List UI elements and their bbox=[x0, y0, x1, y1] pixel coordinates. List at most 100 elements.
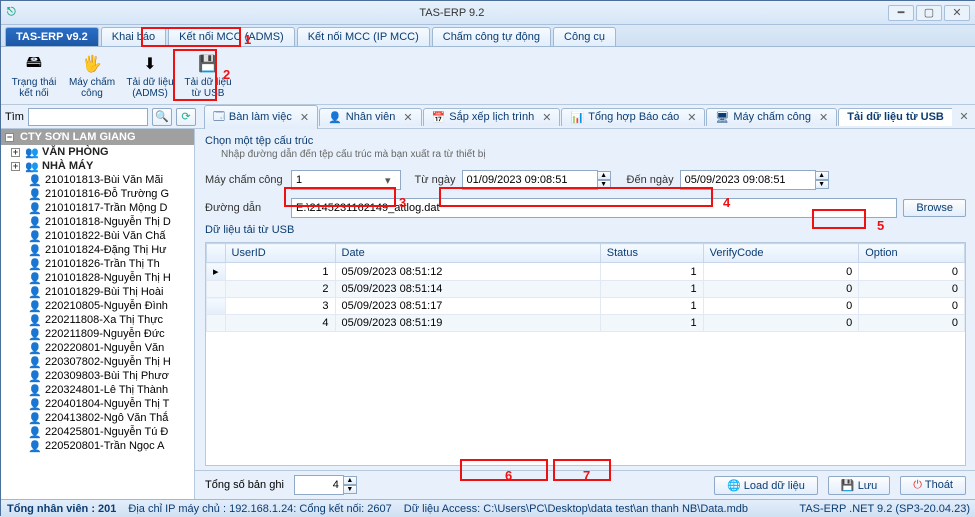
doc-tab-1[interactable]: 👤Nhân viên✕ bbox=[319, 108, 421, 126]
cell-option: 0 bbox=[859, 315, 965, 332]
doc-tab-5[interactable]: Tải dữ liệu từ USB✕ bbox=[838, 108, 952, 126]
to-date-input[interactable] bbox=[680, 170, 816, 190]
spin-down-icon[interactable]: ▼ bbox=[597, 180, 611, 189]
tree-leaf[interactable]: 👤220210805-Nguyễn Đình bbox=[1, 299, 194, 313]
save-button[interactable]: 💾 Lưu bbox=[828, 476, 890, 495]
device-combo[interactable] bbox=[291, 170, 401, 190]
load-data-button[interactable]: 🌐 Load dữ liệu bbox=[714, 476, 818, 495]
tree-branch[interactable]: +👥NHÀ MÁY bbox=[1, 159, 194, 173]
window-title: TAS-ERP 9.2 bbox=[16, 7, 888, 19]
main-menu-tabs: TAS-ERP v9.2Khai báoKết nối MCC (ADMS)Kế… bbox=[1, 25, 975, 47]
grid-header[interactable]: UserID bbox=[225, 244, 335, 263]
expand-icon[interactable]: + bbox=[11, 162, 20, 171]
grid-header[interactable] bbox=[207, 244, 226, 263]
cell-date: 05/09/2023 08:51:19 bbox=[335, 315, 600, 332]
spin-up-icon[interactable]: ▲ bbox=[597, 171, 611, 180]
search-button[interactable]: 🔍 bbox=[152, 108, 172, 126]
org-tree-panel[interactable]: − CTY SƠN LAM GIANG +👥VĂN PHÒNG+👥NHÀ MÁY… bbox=[1, 129, 195, 499]
tab-icon: 📅 bbox=[432, 111, 446, 124]
tab-close-icon[interactable]: ✕ bbox=[403, 111, 412, 124]
tab-close-icon[interactable]: ✕ bbox=[300, 111, 309, 124]
doc-tab-0[interactable]: 🗔Bàn làm việc✕ bbox=[204, 105, 318, 129]
window-minimize-button[interactable]: ━ bbox=[888, 5, 914, 21]
menu-tab-3[interactable]: Kết nối MCC (IP MCC) bbox=[297, 27, 430, 46]
tree-leaf[interactable]: 👤210101829-Bùi Thị Hoài bbox=[1, 285, 194, 299]
tree-leaf[interactable]: 👤220211809-Nguyễn Đức bbox=[1, 327, 194, 341]
doc-tab-2[interactable]: 📅Sắp xếp lịch trình✕ bbox=[423, 108, 561, 126]
grid-header[interactable]: Option bbox=[859, 244, 965, 263]
browse-button[interactable]: Browse bbox=[903, 199, 966, 217]
download-adms-icon: ⬇ bbox=[138, 52, 162, 76]
menu-tab-4[interactable]: Chấm công tự động bbox=[432, 27, 551, 46]
tree-leaf[interactable]: 👤210101824-Đặng Thị Hư bbox=[1, 243, 194, 257]
power-icon: ⏻ bbox=[913, 479, 922, 491]
tree-leaf[interactable]: 👤220520801-Trần Ngọc A bbox=[1, 439, 194, 453]
grid-header[interactable]: Status bbox=[600, 244, 703, 263]
window-maximize-button[interactable]: ▢ bbox=[916, 5, 942, 21]
menu-tab-5[interactable]: Công cụ bbox=[553, 27, 616, 46]
menu-tab-2[interactable]: Kết nối MCC (ADMS) bbox=[168, 27, 295, 46]
table-row[interactable]: 205/09/2023 08:51:14100 bbox=[207, 281, 965, 298]
window-close-button[interactable]: ✕ bbox=[944, 5, 970, 21]
tree-leaf[interactable]: 👤210101817-Trần Mộng D bbox=[1, 201, 194, 215]
tree-leaf[interactable]: 👤210101813-Bùi Văn Mãi bbox=[1, 173, 194, 187]
cell-status: 1 bbox=[600, 315, 703, 332]
table-row[interactable]: ▸105/09/2023 08:51:12100 bbox=[207, 263, 965, 281]
spin-up-icon[interactable]: ▲ bbox=[343, 476, 357, 485]
ribbon-download-adms[interactable]: ⬇Tải dữ liệu (ADMS) bbox=[121, 49, 179, 102]
spin-up-icon[interactable]: ▲ bbox=[815, 171, 829, 180]
ribbon-timeclock[interactable]: 🖐Máy chấm công bbox=[63, 49, 121, 102]
exit-button[interactable]: ⏻ Thoát bbox=[900, 476, 966, 495]
tree-leaf[interactable]: 👤210101816-Đỗ Trường G bbox=[1, 187, 194, 201]
tree-leaf[interactable]: 👤220324801-Lê Thị Thành bbox=[1, 383, 194, 397]
ribbon-download-usb[interactable]: 💾Tải dữ liệu từ USB bbox=[179, 49, 237, 102]
cell-option: 0 bbox=[859, 298, 965, 315]
tree-leaf[interactable]: 👤220309803-Bùi Thị Phươ bbox=[1, 369, 194, 383]
grid-header[interactable]: VerifyCode bbox=[703, 244, 859, 263]
spin-down-icon[interactable]: ▼ bbox=[815, 180, 829, 189]
tree-leaf[interactable]: 👤220307802-Nguyễn Thị H bbox=[1, 355, 194, 369]
tree-leaf[interactable]: 👤210101822-Bùi Văn Chấ bbox=[1, 229, 194, 243]
search-input[interactable] bbox=[28, 108, 148, 126]
tree-leaf[interactable]: 👤210101818-Nguyễn Thị D bbox=[1, 215, 194, 229]
tree-leaf[interactable]: 👤210101826-Trần Thị Th bbox=[1, 257, 194, 271]
to-date-label: Đến ngày bbox=[627, 174, 674, 186]
panel-title: Chọn một tệp cấu trúc bbox=[205, 135, 966, 147]
cell-date: 05/09/2023 08:51:14 bbox=[335, 281, 600, 298]
tree-leaf[interactable]: 👤220413802-Ngô Văn Thắ bbox=[1, 411, 194, 425]
doc-tab-3[interactable]: 📊Tổng hợp Báo cáo✕ bbox=[561, 108, 705, 126]
panel-subtitle: Nhập đường dẫn đến tệp cấu trúc mà bạn x… bbox=[205, 149, 966, 160]
tree-leaf[interactable]: 👤220220801-Nguyễn Văn bbox=[1, 341, 194, 355]
path-input[interactable] bbox=[291, 198, 897, 218]
total-records-value[interactable] bbox=[294, 475, 344, 495]
ribbon-status-device[interactable]: 🖴Trạng thái kết nối bbox=[5, 49, 63, 102]
cell-status: 1 bbox=[600, 263, 703, 281]
tree-leaf[interactable]: 👤220211808-Xa Thị Thực bbox=[1, 313, 194, 327]
cell-verify: 0 bbox=[703, 263, 859, 281]
collapse-icon[interactable]: − bbox=[5, 133, 14, 142]
tree-root-item[interactable]: − CTY SƠN LAM GIANG bbox=[1, 129, 194, 145]
tab-close-icon[interactable]: ✕ bbox=[542, 111, 551, 124]
total-records-label: Tổng số bản ghi bbox=[205, 479, 284, 491]
tree-leaf[interactable]: 👤220425801-Nguyễn Tú Đ bbox=[1, 425, 194, 439]
expand-icon[interactable]: + bbox=[11, 148, 20, 157]
data-grid[interactable]: UserIDDateStatusVerifyCodeOption ▸105/09… bbox=[205, 242, 966, 466]
tree-branch[interactable]: +👥VĂN PHÒNG bbox=[1, 145, 194, 159]
from-date-input[interactable] bbox=[462, 170, 598, 190]
menu-tab-0[interactable]: TAS-ERP v9.2 bbox=[5, 27, 99, 46]
table-row[interactable]: 405/09/2023 08:51:19100 bbox=[207, 315, 965, 332]
menu-tab-1[interactable]: Khai báo bbox=[101, 27, 166, 46]
globe-icon: 🌐 bbox=[727, 480, 741, 492]
refresh-button[interactable]: ⟳ bbox=[176, 108, 196, 126]
tab-close-icon[interactable]: ✕ bbox=[687, 111, 696, 124]
grid-header[interactable]: Date bbox=[335, 244, 600, 263]
table-row[interactable]: 305/09/2023 08:51:17100 bbox=[207, 298, 965, 315]
tree-leaf[interactable]: 👤220401804-Nguyễn Thị T bbox=[1, 397, 194, 411]
doc-tab-4[interactable]: 🖥Máy chấm công✕ bbox=[706, 108, 837, 126]
person-icon: 👤 bbox=[29, 370, 41, 382]
tab-close-icon[interactable]: ✕ bbox=[819, 111, 828, 124]
status-db-path: Dữ liệu Access: C:\Users\PC\Desktop\data… bbox=[404, 503, 788, 515]
spin-down-icon[interactable]: ▼ bbox=[343, 485, 357, 494]
close-all-tabs-button[interactable]: ✕ bbox=[956, 110, 972, 123]
tree-leaf[interactable]: 👤210101828-Nguyễn Thị H bbox=[1, 271, 194, 285]
